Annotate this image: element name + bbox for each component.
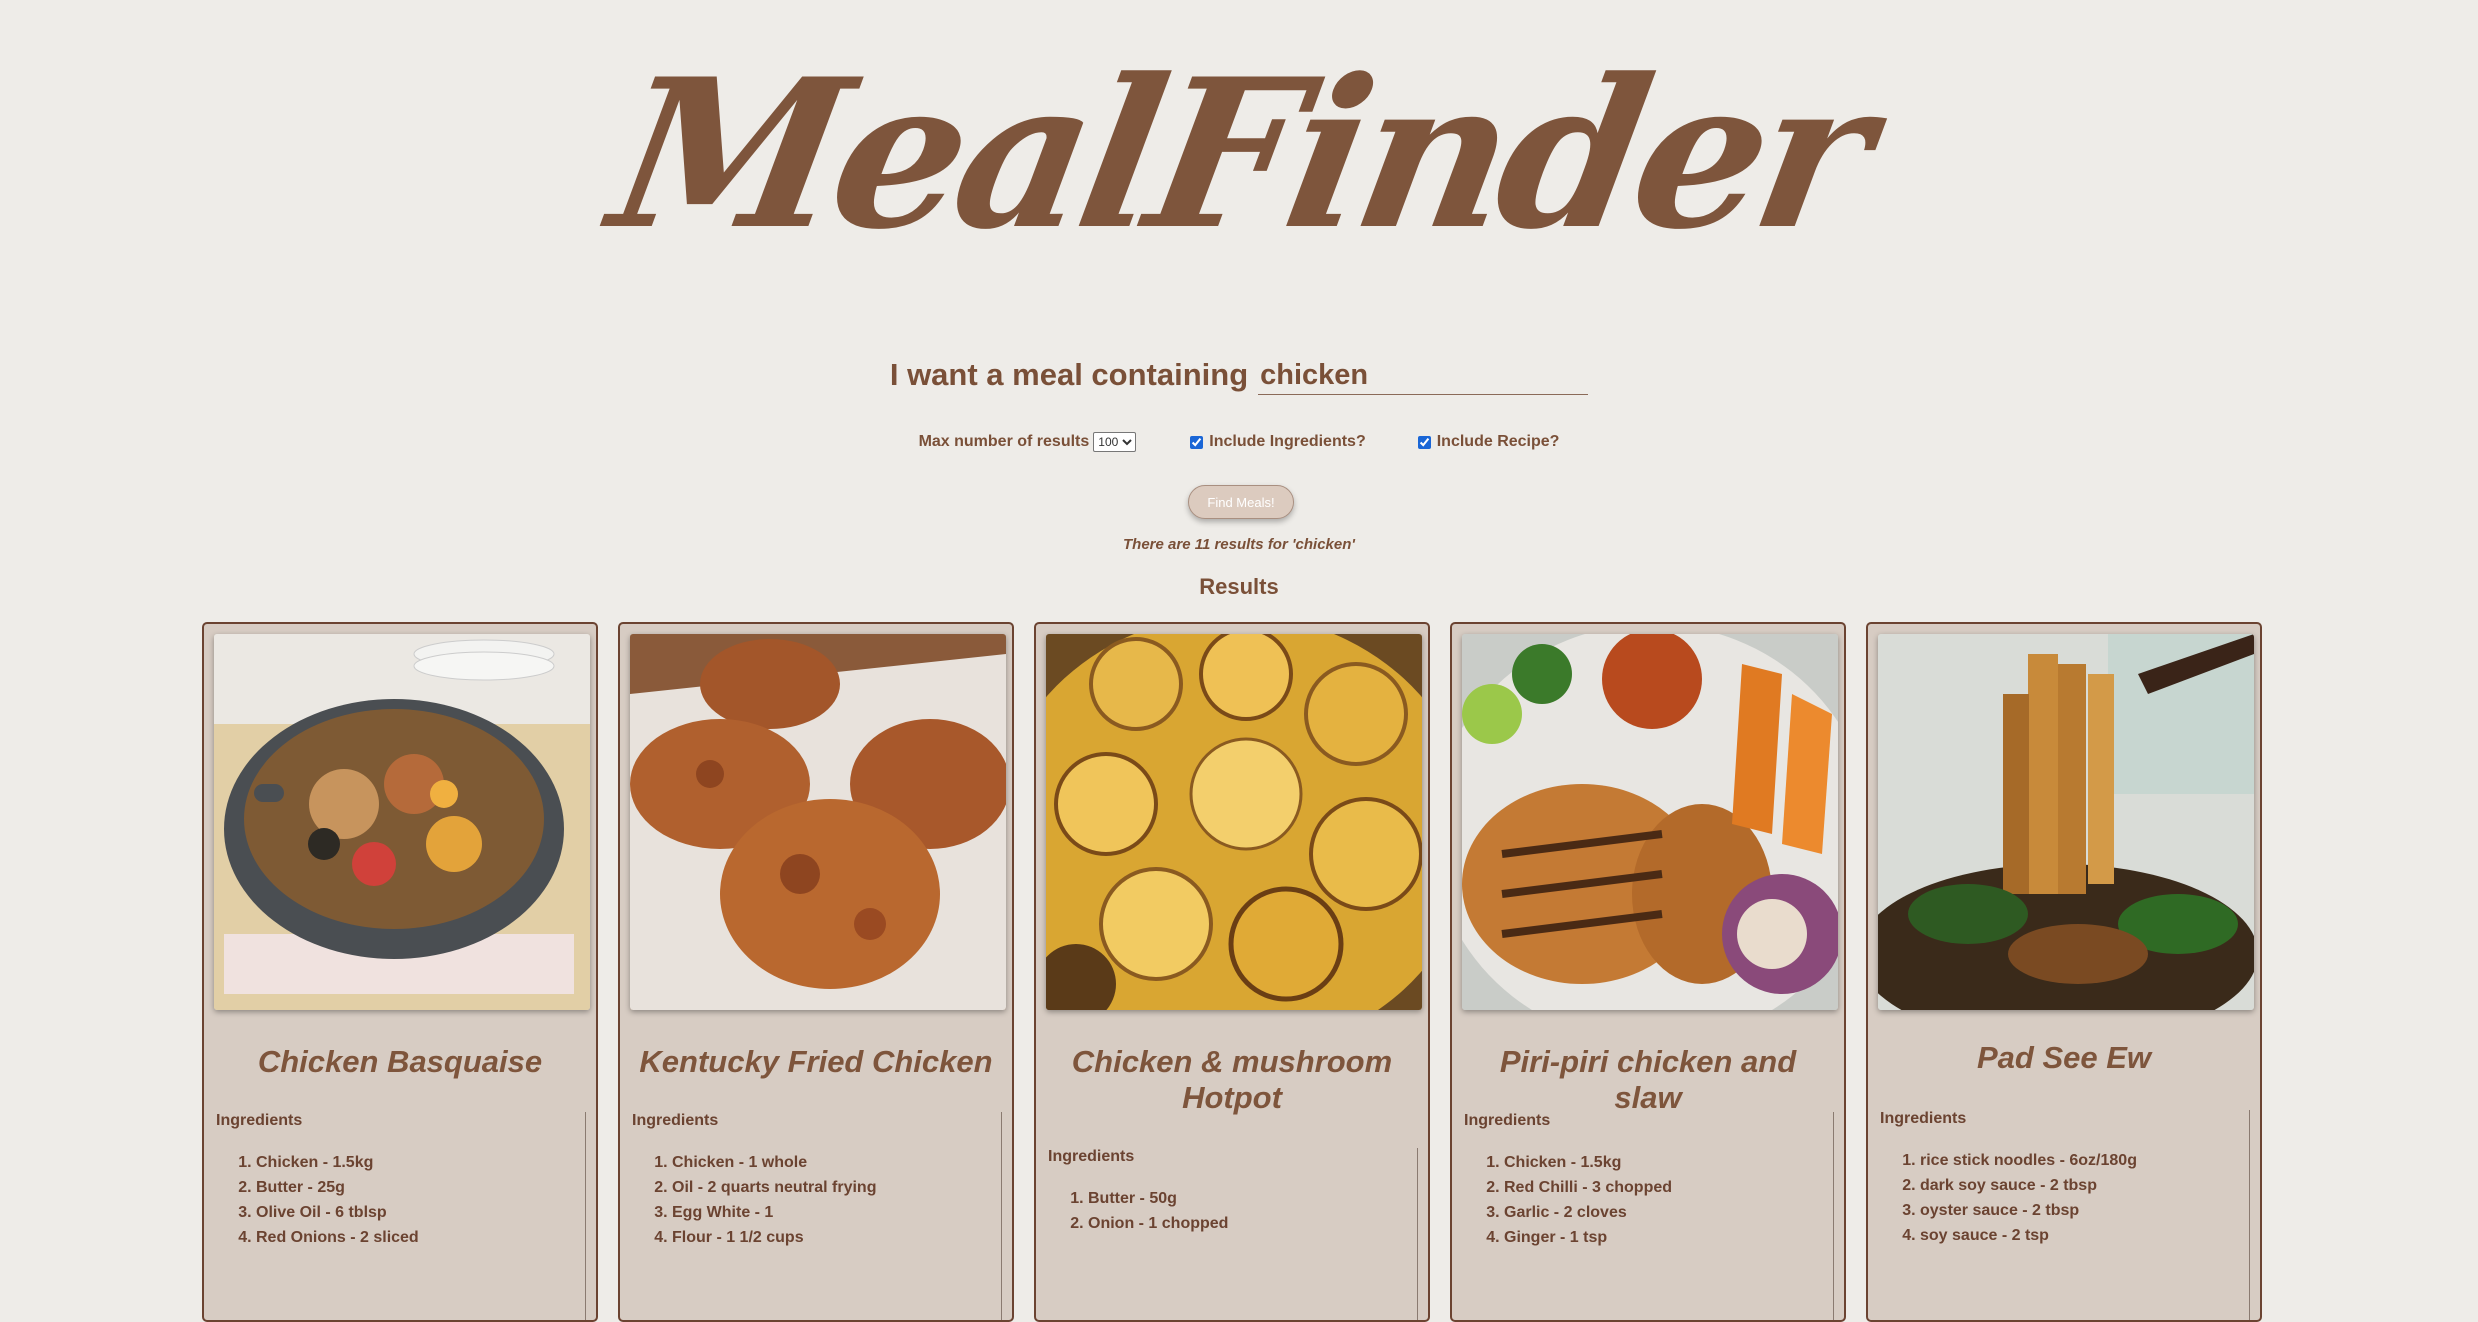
ingredients-section: Ingredients Chicken - 1.5kg Butter - 25g… [214, 1112, 586, 1320]
ingredients-section: Ingredients rice stick noodles - 6oz/180… [1878, 1110, 2250, 1320]
ingredients-label: Ingredients [1464, 1112, 1551, 1129]
ingredient-item: soy sauce - 2 tsp [1920, 1223, 2249, 1248]
include-ingredients-option: Include Ingredients? [1190, 433, 1366, 451]
ingredient-item: Butter - 50g [1088, 1186, 1417, 1211]
potato-hotpot-photo-icon[interactable] [1046, 634, 1422, 1010]
include-recipe-label: Include Recipe? [1436, 433, 1560, 450]
options-row: Max number of results 100 Include Ingred… [0, 432, 2478, 452]
ingredients-list: rice stick noodles - 6oz/180g dark soy s… [1880, 1148, 2249, 1248]
logo-text: MealFinder [596, 35, 1882, 275]
include-recipe-checkbox[interactable] [1417, 435, 1431, 449]
ingredient-item: dark soy sauce - 2 tbsp [1920, 1173, 2249, 1198]
meal-title: Kentucky Fried Chicken [639, 1044, 993, 1079]
include-ingredients-checkbox[interactable] [1190, 435, 1204, 449]
noodles-photo-icon[interactable] [1878, 634, 2254, 1010]
ingredients-list: Butter - 50g Onion - 1 chopped [1048, 1186, 1417, 1236]
ingredients-label: Ingredients [1048, 1148, 1135, 1165]
max-results-option: Max number of results 100 [919, 432, 1137, 452]
ingredients-label: Ingredients [1880, 1110, 1967, 1127]
ingredient-item: oyster sauce - 2 tbsp [1920, 1198, 2249, 1223]
meal-card[interactable]: Pad See Ew Ingredients rice stick noodle… [1866, 622, 2262, 1322]
meal-title: Pad See Ew [1976, 1040, 2152, 1075]
ingredients-list: Chicken - 1.5kg Butter - 25g Olive Oil -… [216, 1150, 585, 1250]
search-label: I want a meal containing [889, 357, 1249, 392]
ingredient-item: Red Chilli - 3 chopped [1504, 1175, 1833, 1200]
results-heading: Results [1199, 574, 1279, 599]
results-grid: Chicken Basquaise Ingredients Chicken - … [202, 622, 2262, 1322]
include-ingredients-label: Include Ingredients? [1209, 433, 1366, 450]
ingredient-item: Flour - 1 1/2 cups [672, 1225, 1001, 1250]
ingredient-item: Ginger - 1 tsp [1504, 1225, 1833, 1250]
ingredient-item: Chicken - 1.5kg [256, 1150, 585, 1175]
meal-title: Chicken & mushroom Hotpot [1071, 1044, 1393, 1115]
ingredient-item: Olive Oil - 6 tblsp [256, 1200, 585, 1225]
results-count-text: There are 11 results for 'chicken' [1123, 536, 1355, 553]
meal-card[interactable]: Piri-piri chicken and slaw Ingredients C… [1450, 622, 1846, 1322]
ingredient-item: Onion - 1 chopped [1088, 1211, 1417, 1236]
meal-card[interactable]: Chicken & mushroom Hotpot Ingredients Bu… [1034, 622, 1430, 1322]
ingredient-search-input[interactable] [1258, 356, 1589, 395]
ingredients-section: Ingredients Chicken - 1.5kg Red Chilli -… [1462, 1112, 1834, 1320]
ingredients-label: Ingredients [216, 1112, 303, 1129]
ingredient-item: Chicken - 1.5kg [1504, 1150, 1833, 1175]
ingredient-item: Red Onions - 2 sliced [256, 1225, 585, 1250]
max-results-select[interactable]: 100 [1093, 432, 1137, 452]
ingredient-item: Butter - 25g [256, 1175, 585, 1200]
meal-title: Piri-piri chicken and slaw [1499, 1044, 1797, 1115]
meal-title: Chicken Basquaise [257, 1044, 543, 1079]
search-row: I want a meal containing [0, 355, 2478, 395]
max-results-label: Max number of results [918, 433, 1090, 450]
ingredients-label: Ingredients [632, 1112, 719, 1129]
find-meals-button[interactable]: Find Meals! [1188, 485, 1294, 519]
meal-card[interactable]: Chicken Basquaise Ingredients Chicken - … [202, 622, 598, 1322]
ingredient-item: Egg White - 1 [672, 1200, 1001, 1225]
ingredient-item: Oil - 2 quarts neutral frying [672, 1175, 1001, 1200]
fried-chicken-photo-icon[interactable] [630, 634, 1006, 1010]
include-recipe-option: Include Recipe? [1417, 433, 1560, 451]
ingredients-list: Chicken - 1.5kg Red Chilli - 3 chopped G… [1464, 1150, 1833, 1250]
ingredient-item: rice stick noodles - 6oz/180g [1920, 1148, 2249, 1173]
ingredients-section: Ingredients Chicken - 1 whole Oil - 2 qu… [630, 1112, 1002, 1320]
ingredients-section: Ingredients Butter - 50g Onion - 1 chopp… [1046, 1148, 1418, 1320]
paella-pan-photo-icon[interactable] [214, 634, 590, 1010]
ingredients-list: Chicken - 1 whole Oil - 2 quarts neutral… [632, 1150, 1001, 1250]
app-logo: MealFinder [0, 35, 2478, 275]
meal-card[interactable]: Kentucky Fried Chicken Ingredients Chick… [618, 622, 1014, 1322]
ingredient-item: Chicken - 1 whole [672, 1150, 1001, 1175]
grilled-chicken-photo-icon[interactable] [1462, 634, 1838, 1010]
ingredient-item: Garlic - 2 cloves [1504, 1200, 1833, 1225]
